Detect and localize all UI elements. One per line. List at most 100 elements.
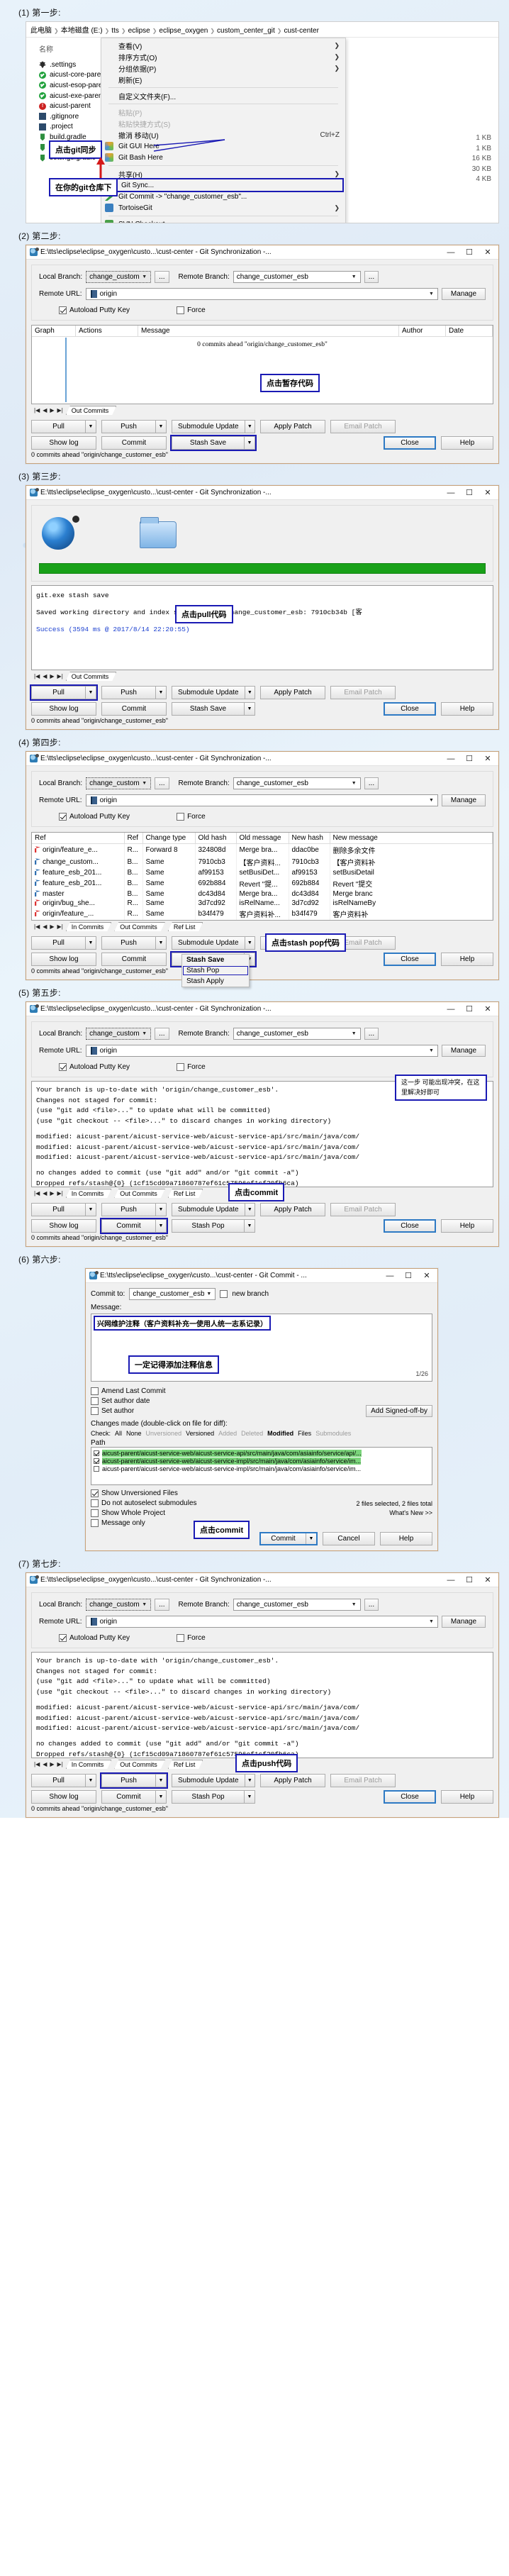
manage-button[interactable]: Manage	[442, 794, 486, 806]
push-button[interactable]: Push▼	[101, 936, 167, 950]
col-date[interactable]: Date	[446, 326, 493, 337]
local-branch-browse-button[interactable]: ...	[155, 271, 169, 283]
pull-button[interactable]: Pull▼	[31, 1774, 96, 1787]
submodule-update-button[interactable]: Submodule Update▼	[172, 686, 255, 699]
remote-url-select[interactable]: origin▼	[86, 1616, 438, 1628]
stash-apply-menuitem[interactable]: Stash Apply	[182, 976, 249, 987]
chevron-down-icon[interactable]: ▼	[155, 421, 166, 433]
pull-button[interactable]: Pull▼	[31, 1203, 96, 1216]
chevron-down-icon[interactable]: ▼	[155, 1204, 166, 1216]
chevron-down-icon[interactable]: ▼	[245, 421, 254, 433]
help-button[interactable]: Help	[441, 1790, 493, 1804]
show-log-button[interactable]: Show log	[31, 1790, 96, 1804]
force-checkbox[interactable]	[177, 813, 184, 821]
check-added-link[interactable]: Added	[218, 1430, 237, 1437]
col-change-type[interactable]: Change type	[142, 833, 195, 844]
amend-checkbox[interactable]	[91, 1387, 99, 1395]
nav-prev-icon[interactable]: ◀	[43, 1761, 47, 1767]
remote-url-select[interactable]: origin▼	[86, 794, 438, 806]
nav-first-icon[interactable]: |◀	[34, 923, 40, 930]
chevron-down-icon[interactable]: ▼	[244, 1220, 254, 1232]
commit-button[interactable]: Commit	[101, 953, 167, 966]
chevron-down-icon[interactable]: ▼	[306, 1533, 316, 1544]
remote-branch-browse-button[interactable]: ...	[364, 1028, 379, 1040]
col-graph[interactable]: Graph	[32, 326, 76, 337]
chevron-down-icon[interactable]: ▼	[245, 687, 254, 699]
commit-button[interactable]: Commit	[101, 702, 167, 716]
maximize-button[interactable]: ☐	[460, 1004, 479, 1014]
stash-pop-button[interactable]: Stash Pop▼	[172, 1790, 255, 1804]
table-row[interactable]: change_custom...B...Same7910cb3【客户资料...7…	[32, 856, 493, 868]
show-unversioned-checkbox[interactable]	[91, 1489, 99, 1497]
menu-item-git-bash-here[interactable]: Git Bash Here	[101, 152, 345, 163]
local-branch-browse-button[interactable]: ...	[155, 1028, 169, 1040]
nav-prev-icon[interactable]: ◀	[43, 407, 47, 413]
show-whole-project-checkbox[interactable]	[91, 1509, 99, 1517]
col-old-message[interactable]: Old message	[236, 833, 289, 844]
close-button[interactable]: Close	[384, 953, 436, 966]
show-whole-project-row[interactable]: Show Whole Project	[91, 1508, 356, 1518]
breadcrumb-5[interactable]: custom_center_git	[217, 27, 275, 35]
remote-branch-select[interactable]: change_customer_esb▼	[233, 777, 361, 789]
col-old-hash[interactable]: Old hash	[195, 833, 236, 844]
apply-patch-button[interactable]: Apply Patch	[260, 1203, 325, 1216]
menu-item-svn-checkout[interactable]: SVN Checkout...	[101, 218, 345, 223]
remote-branch-select[interactable]: change_customer_esb▼	[233, 1028, 361, 1040]
pull-button[interactable]: Pull▼	[31, 420, 96, 433]
autoload-putty-key-checkbox[interactable]	[59, 306, 67, 314]
remote-branch-select[interactable]: change_customer_esb▼	[233, 271, 361, 283]
menu-item-sort[interactable]: 排序方式(O)❯	[101, 51, 345, 62]
apply-patch-button[interactable]: Apply Patch	[260, 420, 325, 433]
nav-first-icon[interactable]: |◀	[34, 1190, 40, 1197]
col-ref[interactable]: Ref	[32, 833, 124, 844]
local-branch-select[interactable]: change_customer_e▼	[86, 1599, 151, 1611]
tab-out-commits[interactable]: Out Commits	[114, 922, 165, 931]
breadcrumb-2[interactable]: tts	[111, 27, 119, 35]
breadcrumb-0[interactable]: 此电脑	[30, 27, 52, 35]
table-row[interactable]: feature_esb_201...B...Same692b884Revert …	[32, 877, 493, 889]
stash-pop-button[interactable]: Stash Pop▼	[172, 1219, 255, 1233]
breadcrumb-3[interactable]: eclipse	[128, 27, 150, 35]
tab-ref-list[interactable]: Ref List	[168, 1189, 203, 1198]
commit-branch-select[interactable]: change_customer_esb▼	[129, 1288, 216, 1300]
commit-button[interactable]: Commit▼	[101, 1790, 167, 1804]
local-branch-select[interactable]: change_customer_e▼	[86, 271, 151, 283]
tab-out-commits[interactable]: Out Commits	[114, 1189, 165, 1198]
tab-in-commits[interactable]: In Commits	[66, 1189, 112, 1198]
minimize-button[interactable]: —	[442, 755, 460, 763]
local-branch-browse-button[interactable]: ...	[155, 777, 169, 789]
maximize-button[interactable]: ☐	[460, 488, 479, 497]
tab-out-commits[interactable]: Out Commits	[66, 406, 117, 415]
autoload-putty-key-checkbox[interactable]	[59, 1634, 67, 1642]
breadcrumb-6[interactable]: cust-center	[284, 27, 318, 35]
changed-files-list[interactable]: aicust-parent/aicust-service-web/aicust-…	[91, 1447, 432, 1485]
chevron-down-icon[interactable]: ▼	[244, 703, 254, 715]
maximize-button[interactable]: ☐	[460, 754, 479, 763]
push-button[interactable]: Push▼	[101, 1774, 167, 1787]
nav-prev-icon[interactable]: ◀	[43, 673, 47, 679]
new-branch-checkbox[interactable]	[220, 1290, 228, 1298]
show-log-button[interactable]: Show log	[31, 953, 96, 966]
tab-in-commits[interactable]: In Commits	[66, 922, 112, 931]
file-checkbox[interactable]	[94, 1466, 99, 1472]
close-button[interactable]: Close	[384, 436, 436, 450]
list-item[interactable]: aicust-parent/aicust-service-web/aicust-…	[94, 1457, 430, 1465]
col-message[interactable]: Message	[138, 326, 399, 337]
chevron-down-icon[interactable]: ▼	[245, 1775, 254, 1787]
stash-save-menuitem[interactable]: Stash Save	[182, 955, 249, 965]
nav-next-icon[interactable]: ▶	[50, 923, 54, 930]
nav-last-icon[interactable]: ▶|	[57, 673, 63, 679]
chevron-down-icon[interactable]: ▼	[155, 937, 166, 949]
show-log-button[interactable]: Show log	[31, 702, 96, 716]
col-author[interactable]: Author	[399, 326, 446, 337]
chevron-down-icon[interactable]: ▼	[85, 1204, 96, 1216]
help-button[interactable]: Help	[441, 1219, 493, 1233]
menu-item-customize-folder[interactable]: 自定义文件夹(F)...	[101, 90, 345, 101]
maximize-button[interactable]: ☐	[460, 248, 479, 257]
commit-button[interactable]: Commit	[101, 436, 167, 450]
nav-last-icon[interactable]: ▶|	[57, 407, 63, 413]
table-row[interactable]: feature_esb_201...B...Sameaf99153setBusi…	[32, 868, 493, 877]
remote-url-select[interactable]: origin▼	[86, 288, 438, 300]
show-unversioned-row[interactable]: Show Unversioned Files	[91, 1488, 356, 1498]
chevron-down-icon[interactable]: ▼	[245, 937, 254, 949]
